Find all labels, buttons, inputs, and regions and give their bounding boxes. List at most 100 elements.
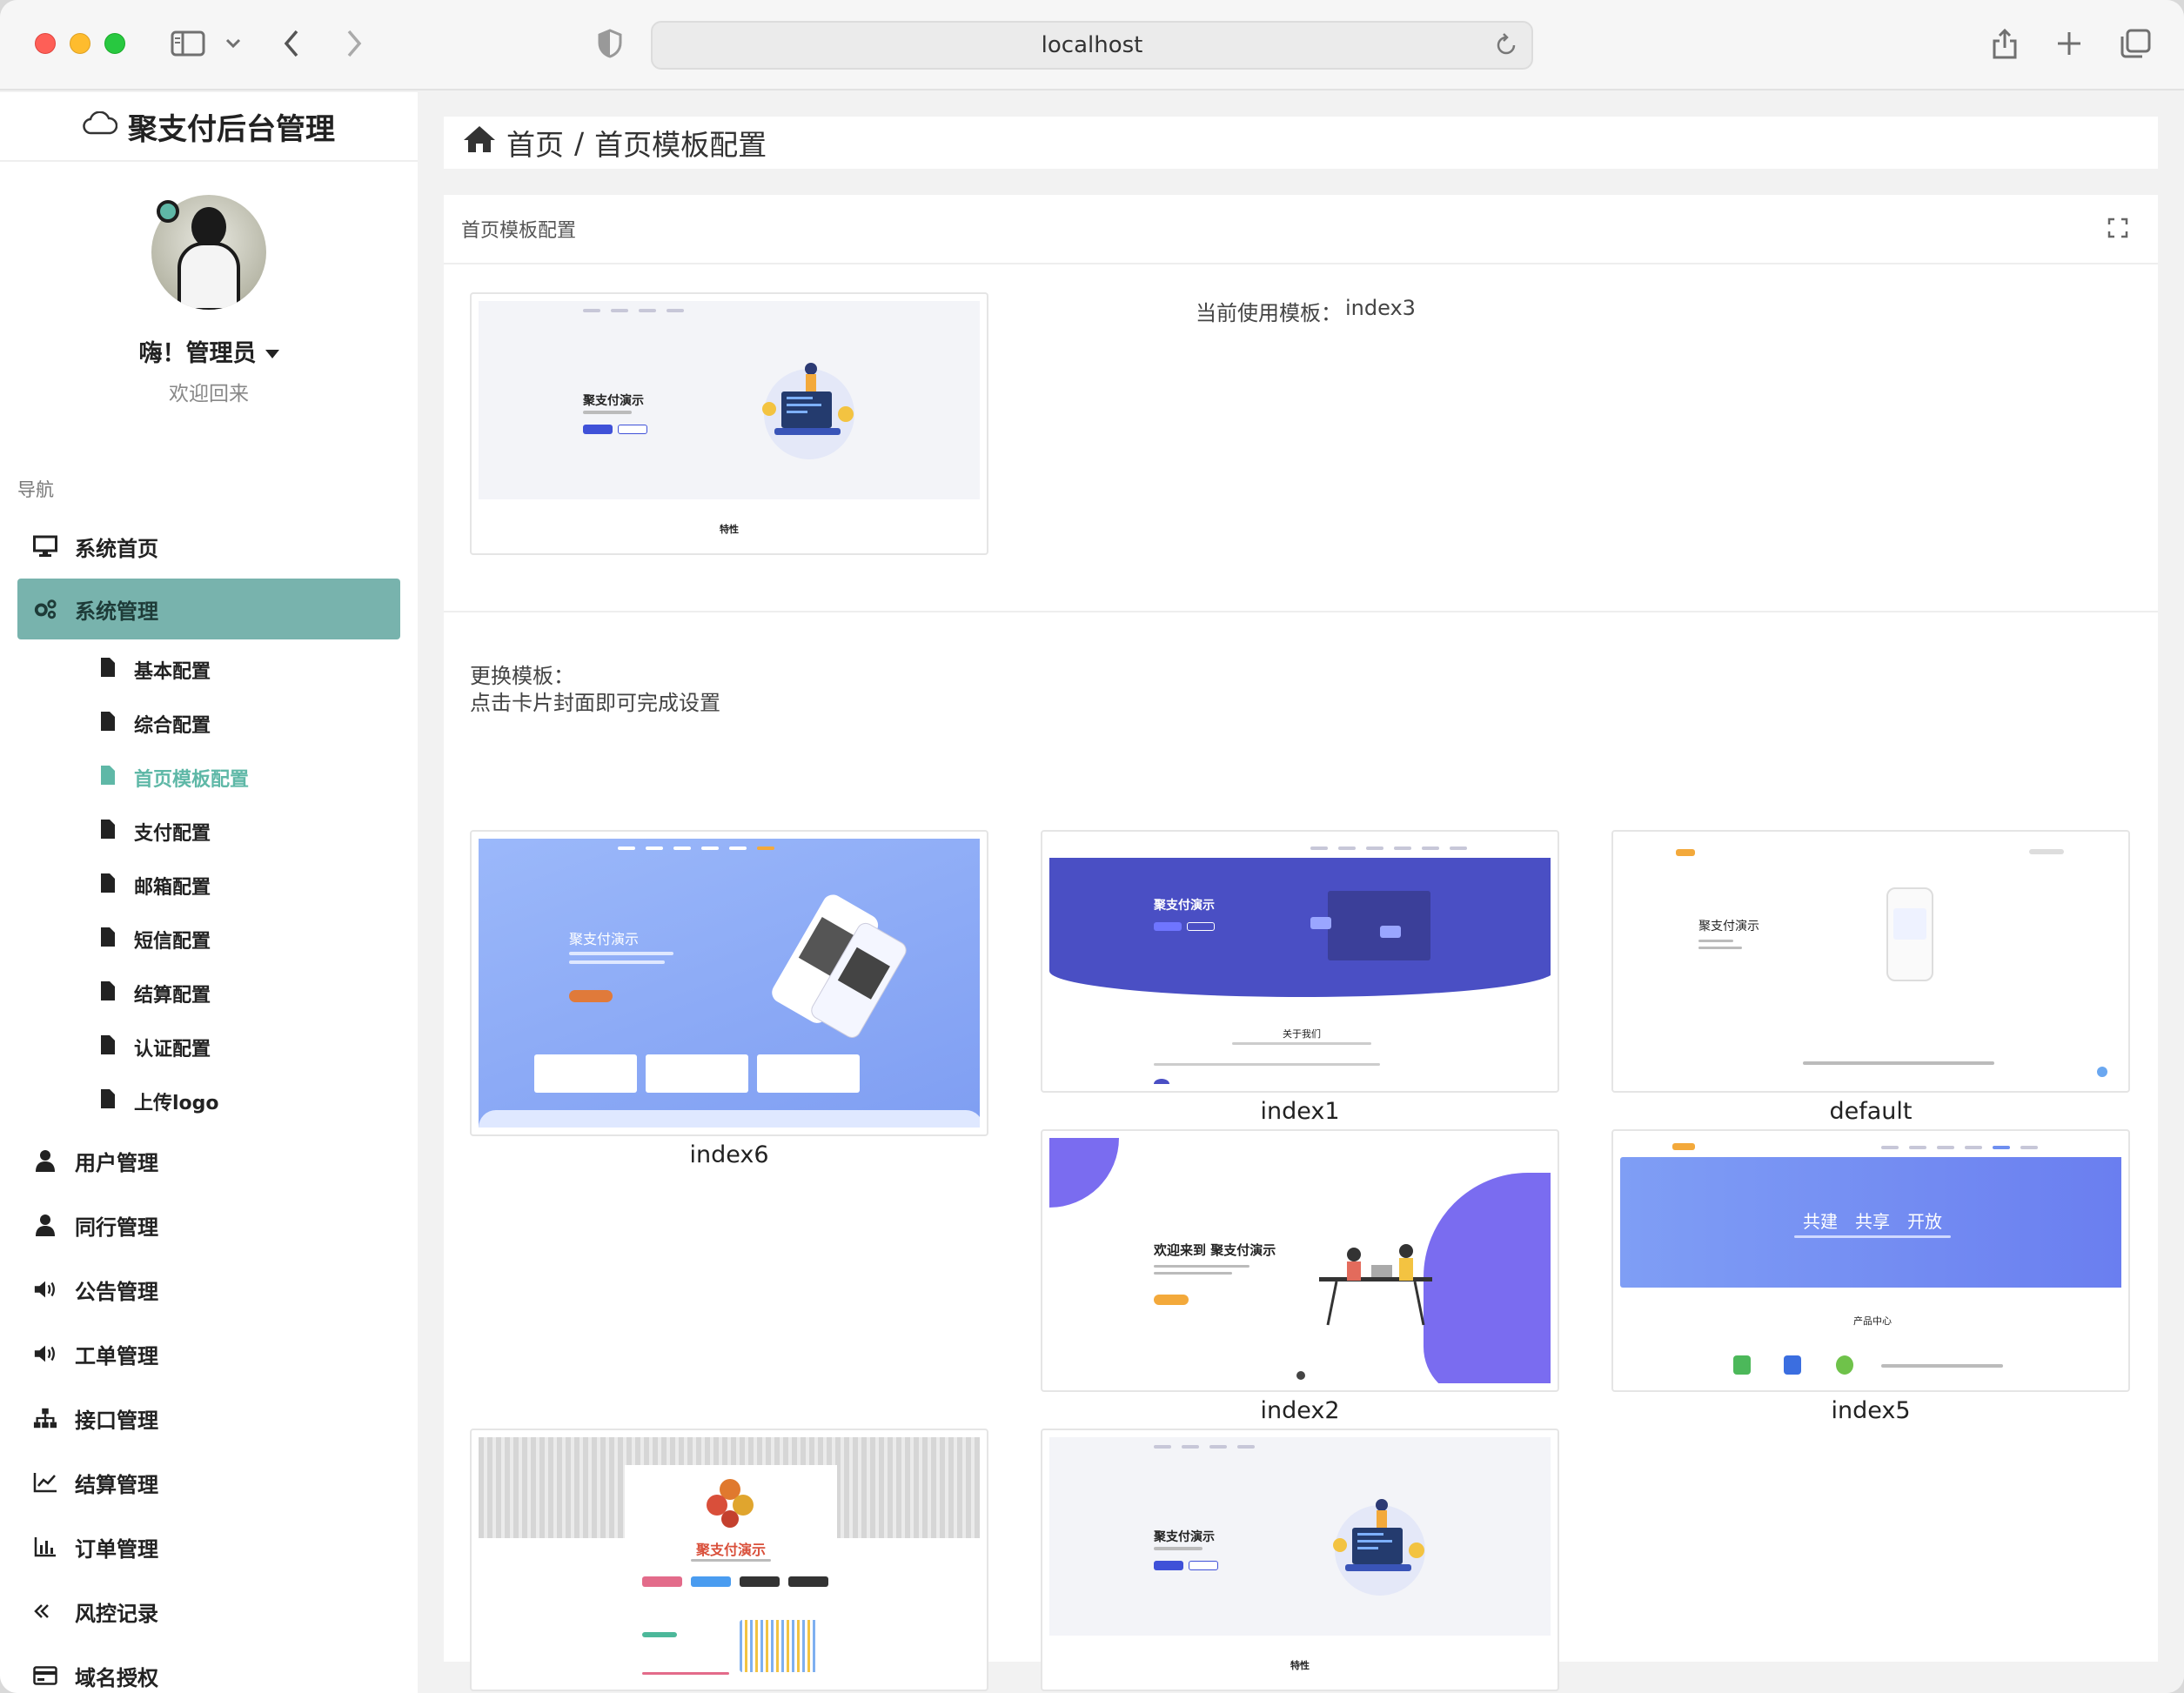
submenu-item-general-config[interactable]: 综合配置 [0, 697, 418, 751]
current-template-info: 当前使用模板： index3 [1196, 296, 1416, 326]
template-card-index3[interactable]: 聚支付演示 特性 [1041, 1429, 1559, 1691]
panel-header: 首页模板配置 [444, 195, 2158, 264]
forward-arrow-icon[interactable] [339, 24, 369, 63]
volume-icon [33, 1342, 57, 1366]
thumbnail-title: 聚支付演示 [1154, 899, 1215, 913]
user-icon [33, 1213, 57, 1237]
submenu-item-homepage-template[interactable]: 首页模板配置 [0, 751, 418, 805]
submenu-item-sms-config[interactable]: 短信配置 [0, 913, 418, 967]
main-content: 首页 / 首页模板配置 首页模板配置 聚支付演示 特性 当前使用模板： inde… [418, 92, 2184, 1693]
caret-down-icon[interactable] [265, 338, 279, 365]
sidebar-item-home[interactable]: 系统首页 [0, 514, 418, 579]
sidebar-item-label: 工单管理 [75, 1343, 158, 1368]
submenu-item-label: 综合配置 [134, 715, 211, 737]
sidebar-item-announcements[interactable]: 公告管理 [0, 1257, 418, 1322]
submenu-item-label: 上传logo [134, 1093, 219, 1114]
template-card-index6[interactable]: 聚支付演示 [470, 830, 988, 1136]
minimize-window-button[interactable] [70, 33, 90, 54]
sidebar-item-label: 用户管理 [75, 1150, 158, 1175]
code-icon [33, 1599, 57, 1623]
template-thumbnail: 聚支付演示 [1620, 839, 2121, 1084]
preview-image: 聚支付演示 [479, 301, 980, 499]
thumbnail-title: 聚支付演示 [1154, 1530, 1215, 1544]
submenu-item-email-config[interactable]: 邮箱配置 [0, 859, 418, 913]
user-menu-toggle[interactable]: 嗨！管理员 [0, 334, 418, 368]
file-icon [101, 1035, 115, 1060]
sidebar-item-label: 接口管理 [75, 1408, 158, 1433]
submenu-item-payment-config[interactable]: 支付配置 [0, 805, 418, 859]
close-window-button[interactable] [35, 33, 56, 54]
address-bar[interactable]: localhost [651, 21, 1533, 70]
sidebar-item-domain-auth[interactable]: 域名授权 [0, 1643, 418, 1693]
sidebar: 聚支付后台管理 嗨！管理员 欢迎回来 导航 系统首页 系统管理 基本配置 综合配… [0, 92, 418, 1693]
thumbnail-title: 欢迎来到 聚支付演示 [1154, 1242, 1276, 1258]
submenu-item-basic-config[interactable]: 基本配置 [0, 643, 418, 697]
bar-chart-icon [33, 1535, 57, 1559]
sidebar-item-users[interactable]: 用户管理 [0, 1128, 418, 1193]
welcome-text: 欢迎回来 [169, 383, 249, 405]
new-tab-plus-icon[interactable] [2053, 24, 2085, 63]
template-card-index1[interactable]: 聚支付演示 关于我们 [1041, 830, 1559, 1093]
change-template-label: 更换模板： [470, 664, 574, 688]
system-submenu: 基本配置 综合配置 首页模板配置 支付配置 邮箱配置 短信配置 结算配置 认证配… [0, 643, 418, 1128]
cloud-icon [83, 109, 118, 144]
sidebar-item-interfaces[interactable]: 接口管理 [0, 1386, 418, 1450]
share-icon[interactable] [1989, 24, 2020, 63]
reload-icon[interactable] [1495, 33, 1517, 64]
thumbnail-title: 聚支付演示 [569, 931, 640, 947]
url-text: localhost [1041, 32, 1143, 58]
current-template-label: 当前使用模板： [1196, 301, 1342, 325]
user-icon [33, 1148, 57, 1173]
template-config-panel: 首页模板配置 聚支付演示 特性 当前使用模板： index3 更换模板： 点击卡… [444, 195, 2158, 1691]
template-thumbnail: 聚支付演示 [479, 839, 980, 1128]
template-card-default[interactable]: 聚支付演示 [1611, 830, 2130, 1093]
fullscreen-icon[interactable] [2107, 217, 2128, 244]
current-template-preview[interactable]: 聚支付演示 特性 [470, 292, 988, 555]
template-card-index5[interactable]: 共建 共享 开放 产品中心 [1611, 1129, 2130, 1392]
sidebar-item-peers[interactable]: 同行管理 [0, 1193, 418, 1257]
panel-title: 首页模板配置 [461, 220, 577, 242]
submenu-item-label: 邮箱配置 [134, 877, 211, 899]
file-icon [101, 927, 115, 952]
back-arrow-icon[interactable] [277, 24, 306, 63]
submenu-item-label: 短信配置 [134, 931, 211, 953]
sidebar-item-label: 结算管理 [75, 1472, 158, 1497]
sidebar-item-settlement[interactable]: 结算管理 [0, 1450, 418, 1515]
sidebar-toggle-icon[interactable] [167, 24, 209, 63]
volume-icon [33, 1277, 57, 1302]
submenu-item-auth-config[interactable]: 认证配置 [0, 1020, 418, 1074]
sidebar-item-risk-log[interactable]: 风控记录 [0, 1579, 418, 1643]
submenu-item-label: 支付配置 [134, 823, 211, 845]
submenu-item-upload-logo[interactable]: 上传logo [0, 1074, 418, 1128]
template-name: index6 [689, 1141, 769, 1168]
tab-overview-icon[interactable] [2118, 24, 2153, 63]
zoom-window-button[interactable] [104, 33, 125, 54]
sidebar-item-system[interactable]: 系统管理 [17, 579, 400, 639]
template-card-index4[interactable]: 聚支付演示 [470, 1429, 988, 1691]
line-chart-icon [33, 1470, 57, 1495]
brand-title: 聚支付后台管理 [128, 111, 335, 147]
sidebar-item-label: 公告管理 [75, 1279, 158, 1304]
thumbnail-title: 聚支付演示 [1698, 920, 1759, 933]
chevron-down-icon[interactable] [223, 24, 244, 63]
breadcrumb-current: 首页模板配置 [594, 128, 767, 162]
privacy-shield-icon[interactable] [595, 24, 625, 63]
nav-menu: 系统首页 系统管理 基本配置 综合配置 首页模板配置 支付配置 邮箱配置 短信配… [0, 514, 418, 1693]
template-card-index2[interactable]: 欢迎来到 聚支付演示 [1041, 1129, 1559, 1392]
sidebar-item-orders[interactable]: 订单管理 [0, 1515, 418, 1579]
submenu-item-label: 结算配置 [134, 985, 211, 1007]
template-thumbnail: 欢迎来到 聚支付演示 [1049, 1138, 1551, 1383]
thumbnail-title: 共建 共享 开放 [1803, 1211, 1942, 1232]
breadcrumb-home-link[interactable]: 首页 [506, 122, 564, 164]
thumbnail-section-label: 产品中心 [1853, 1315, 1892, 1327]
thumbnail-title: 聚支付演示 [695, 1542, 766, 1558]
breadcrumb: 首页 / 首页模板配置 [444, 117, 2158, 169]
template-thumbnail: 聚支付演示 [479, 1437, 980, 1683]
sidebar-item-label: 系统首页 [75, 536, 158, 561]
credit-card-icon [33, 1663, 57, 1688]
home-icon[interactable] [463, 125, 496, 160]
template-name: index1 [1260, 1098, 1340, 1125]
submenu-item-settlement-config[interactable]: 结算配置 [0, 967, 418, 1020]
sidebar-item-label: 同行管理 [75, 1215, 158, 1240]
sidebar-item-tickets[interactable]: 工单管理 [0, 1322, 418, 1386]
